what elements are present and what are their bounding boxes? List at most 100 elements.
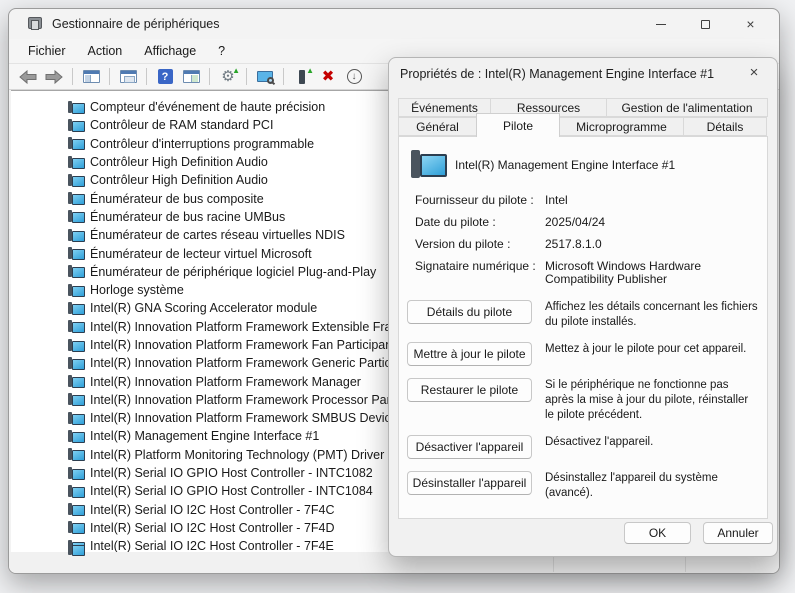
field-row: Fournisseur du pilote : Intel bbox=[415, 194, 759, 207]
tab[interactable]: Pilote bbox=[476, 113, 560, 137]
toolbar-separator bbox=[283, 68, 284, 85]
scan-hardware-changes-button[interactable]: ⚙ ▲ bbox=[215, 66, 241, 88]
device-icon bbox=[67, 521, 84, 534]
window-controls: × bbox=[638, 9, 779, 39]
window-title: Gestionnaire de périphériques bbox=[52, 17, 219, 31]
device-icon-partial bbox=[67, 543, 84, 556]
menu-item[interactable]: Affichage bbox=[133, 41, 207, 61]
tree-item-label: Contrôleur de RAM standard PCI bbox=[90, 118, 273, 132]
help-icon: ? bbox=[158, 69, 173, 84]
tree-item-label: Intel(R) Management Engine Interface #1 bbox=[90, 429, 319, 443]
tab[interactable]: Gestion de l'alimentation bbox=[606, 98, 768, 117]
tree-item-label: Intel(R) Platform Monitoring Technology … bbox=[90, 448, 384, 462]
field-label: Date du pilote : bbox=[415, 216, 545, 229]
device-icon bbox=[67, 119, 84, 132]
tree-item-label: Énumérateur de périphérique logiciel Plu… bbox=[90, 265, 376, 279]
menu-item[interactable]: ? bbox=[207, 41, 236, 61]
action-description: Désinstallez l'appareil du système (avan… bbox=[545, 471, 759, 501]
driver-action-button[interactable]: Restaurer le pilote bbox=[407, 378, 532, 402]
action-pane-button[interactable] bbox=[178, 66, 204, 88]
console-tree-icon bbox=[83, 70, 100, 83]
forward-arrow-icon bbox=[44, 69, 64, 85]
tab-row-front: GénéralPiloteMicroprogrammeDétails bbox=[398, 117, 770, 137]
tree-item-label: Intel(R) Serial IO GPIO Host Controller … bbox=[90, 466, 373, 480]
device-icon bbox=[67, 137, 84, 150]
titlebar: Gestionnaire de périphériques × bbox=[9, 9, 779, 39]
driver-actions: Détails du pilote Affichez les détails c… bbox=[407, 300, 759, 501]
tab-strip: ÉvénementsRessourcesGestion de l'aliment… bbox=[398, 98, 770, 137]
device-icon bbox=[67, 302, 84, 315]
device-icon bbox=[67, 284, 84, 297]
tab[interactable]: Général bbox=[398, 117, 477, 136]
monitor-icon bbox=[257, 71, 273, 82]
close-button[interactable]: × bbox=[728, 9, 773, 39]
field-value: 2517.8.1.0 bbox=[545, 238, 759, 251]
tree-item-label: Contrôleur d'interruptions programmable bbox=[90, 137, 314, 151]
tab[interactable]: Détails bbox=[683, 117, 767, 136]
back-arrow-icon bbox=[18, 69, 38, 85]
back-button[interactable] bbox=[15, 66, 41, 88]
properties-icon bbox=[120, 70, 137, 83]
toolbar-separator bbox=[146, 68, 147, 85]
tab-row-back: ÉvénementsRessourcesGestion de l'aliment… bbox=[398, 98, 770, 117]
properties-button[interactable] bbox=[115, 66, 141, 88]
tree-item-label: Intel(R) Innovation Platform Framework P… bbox=[90, 393, 397, 407]
tree-item-label: Compteur d'événement de haute précision bbox=[90, 100, 325, 114]
action-description: Si le périphérique ne fonctionne pas apr… bbox=[545, 378, 759, 423]
action-description: Affichez les détails concernant les fich… bbox=[545, 300, 759, 330]
device-manager-app-icon bbox=[27, 17, 42, 31]
tree-item-label: Intel(R) Serial IO I2C Host Controller -… bbox=[90, 503, 335, 517]
field-value: 2025/04/24 bbox=[545, 216, 759, 229]
device-icon bbox=[67, 448, 84, 461]
magnifier-icon bbox=[267, 77, 274, 84]
device-icon bbox=[67, 357, 84, 370]
toolbar-separator bbox=[246, 68, 247, 85]
tree-item-label: Énumérateur de lecteur virtuel Microsoft bbox=[90, 247, 312, 261]
tree-item-label: Intel(R) Innovation Platform Framework F… bbox=[90, 338, 396, 352]
maximize-button[interactable] bbox=[683, 9, 728, 39]
driver-action-button[interactable]: Désactiver l'appareil bbox=[407, 435, 532, 459]
device-icon bbox=[67, 265, 84, 278]
show-console-tree-button[interactable] bbox=[78, 66, 104, 88]
device-icon bbox=[67, 430, 84, 443]
help-button[interactable]: ? bbox=[152, 66, 178, 88]
update-driver-button[interactable]: ▲ bbox=[289, 66, 315, 88]
forward-button[interactable] bbox=[41, 66, 67, 88]
device-icon bbox=[67, 485, 84, 498]
computer-search-button[interactable] bbox=[252, 66, 278, 88]
action-row: Désactiver l'appareil Désactivez l'appar… bbox=[407, 435, 759, 459]
toolbar-separator bbox=[109, 68, 110, 85]
ok-button[interactable]: OK bbox=[624, 522, 691, 544]
device-icon bbox=[67, 412, 84, 425]
driver-fields: Fournisseur du pilote : Intel Date du pi… bbox=[415, 194, 759, 286]
tree-item-label: Intel(R) Innovation Platform Framework M… bbox=[90, 375, 361, 389]
tree-item-label: Énumérateur de cartes réseau virtuelles … bbox=[90, 228, 345, 242]
menu-item[interactable]: Fichier bbox=[17, 41, 77, 61]
action-row: Restaurer le pilote Si le périphérique n… bbox=[407, 378, 759, 423]
tab[interactable]: Microprogramme bbox=[559, 117, 684, 136]
tree-item-label: Intel(R) Innovation Platform Framework G… bbox=[90, 356, 401, 370]
tree-item-label: Énumérateur de bus composite bbox=[90, 192, 264, 206]
driver-action-button[interactable]: Détails du pilote bbox=[407, 300, 532, 324]
field-label: Version du pilote : bbox=[415, 238, 545, 251]
cancel-button[interactable]: Annuler bbox=[703, 522, 773, 544]
tree-item-label: Contrôleur High Definition Audio bbox=[90, 173, 268, 187]
toolbar-separator bbox=[209, 68, 210, 85]
uninstall-device-button[interactable]: ✖ bbox=[315, 66, 341, 88]
device-icon bbox=[67, 503, 84, 516]
device-icon bbox=[67, 393, 84, 406]
driver-action-button[interactable]: Mettre à jour le pilote bbox=[407, 342, 532, 366]
disable-device-button[interactable]: ↓ bbox=[341, 66, 367, 88]
device-icon bbox=[67, 375, 84, 388]
minimize-button[interactable] bbox=[638, 9, 683, 39]
device-icon-large bbox=[409, 150, 443, 180]
device-icon bbox=[67, 101, 84, 114]
driver-action-button[interactable]: Désinstaller l'appareil bbox=[407, 471, 532, 495]
device-icon bbox=[67, 467, 84, 480]
action-row: Détails du pilote Affichez les détails c… bbox=[407, 300, 759, 330]
menu-item[interactable]: Action bbox=[77, 41, 134, 61]
tree-item-label: Horloge système bbox=[90, 283, 184, 297]
device-name: Intel(R) Management Engine Interface #1 bbox=[455, 158, 675, 172]
dialog-close-button[interactable]: × bbox=[743, 64, 765, 81]
device-icon bbox=[67, 320, 84, 333]
